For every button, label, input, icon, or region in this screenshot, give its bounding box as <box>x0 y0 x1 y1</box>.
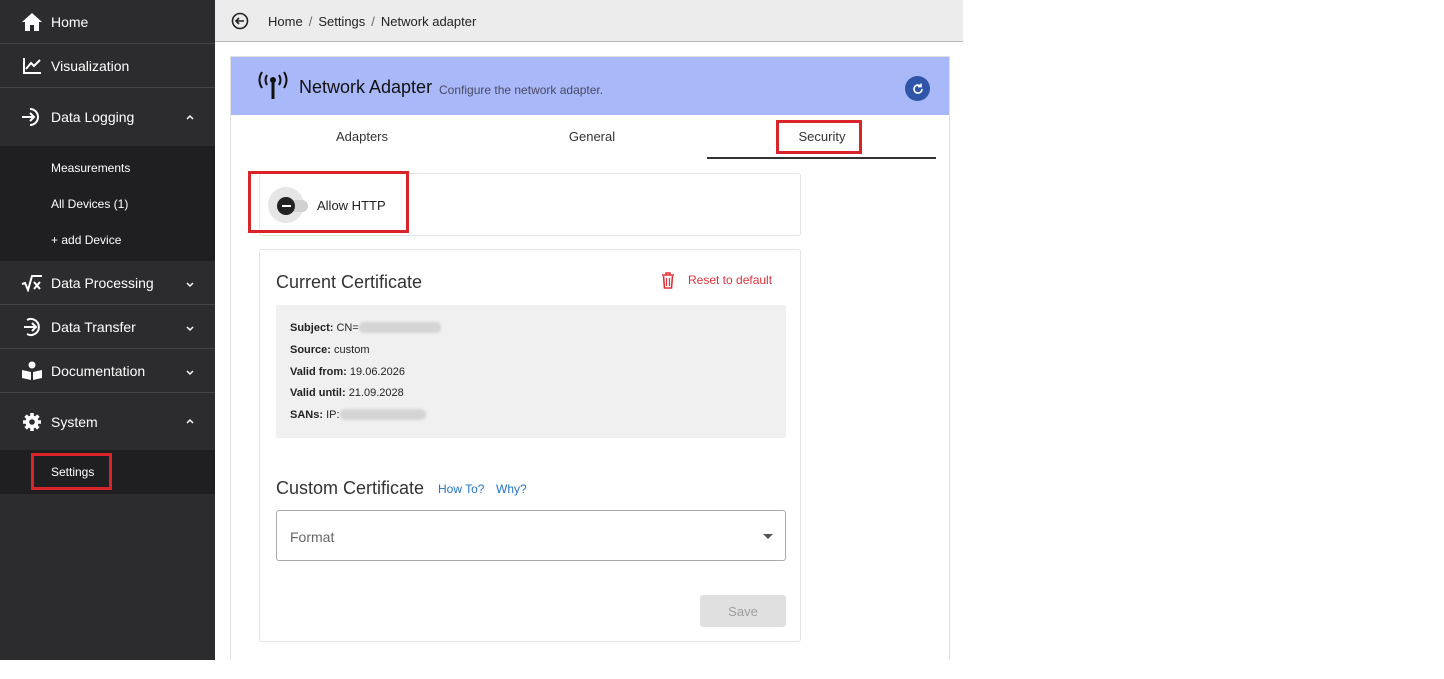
allow-http-highlight-box <box>248 171 409 233</box>
sidebar-subitem-measurements[interactable]: Measurements <box>51 161 130 175</box>
cert-source-row: Source: custom <box>290 344 370 356</box>
sidebar-item-documentation[interactable]: Documentation <box>0 349 215 393</box>
top-bar: Home / Settings / Network adapter <box>215 0 963 42</box>
page-title: Network Adapter <box>299 77 433 97</box>
chart-line-icon <box>21 55 43 77</box>
sidebar-item-home[interactable]: Home <box>0 0 215 44</box>
settings-highlight-box <box>31 453 112 490</box>
breadcrumb: Home / Settings / Network adapter <box>268 14 476 29</box>
cert-source-value: custom <box>334 344 370 356</box>
cert-sans-label: SANs: <box>290 409 324 421</box>
active-tab-indicator <box>707 157 936 159</box>
redacted-value <box>358 322 441 333</box>
reset-label: Reset to default <box>688 273 773 287</box>
sidebar-item-data-processing[interactable]: Data Processing <box>0 261 215 305</box>
sidebar-subitem-add-device[interactable]: + add Device <box>51 233 121 247</box>
network-adapter-card: Network Adapter Configure the network ad… <box>230 56 950 660</box>
sidebar-item-visualization[interactable]: Visualization <box>0 44 215 88</box>
why-link[interactable]: Why? <box>496 482 527 496</box>
tab-adapters[interactable]: Adapters <box>317 129 407 144</box>
cert-subject-label: Subject: <box>290 322 334 334</box>
chevron-up-icon <box>186 418 194 424</box>
cert-valid-until-row: Valid until: 21.09.2028 <box>290 387 404 399</box>
home-icon <box>21 11 43 33</box>
security-tab-highlight-box <box>776 120 862 154</box>
trash-icon <box>662 272 674 289</box>
login-arrow-icon <box>21 106 43 128</box>
sidebar-item-data-logging[interactable]: Data Logging <box>0 88 215 146</box>
reset-to-default-button[interactable]: Reset to default <box>660 271 772 289</box>
cert-subject-row: Subject: CN= <box>290 322 441 334</box>
breadcrumb-home[interactable]: Home <box>268 14 303 29</box>
current-certificate-title: Current Certificate <box>276 272 423 292</box>
arrow-circle-right-icon <box>21 316 43 338</box>
chevron-down-icon <box>186 370 194 376</box>
sidebar-item-label: System <box>51 413 98 430</box>
how-to-link[interactable]: How To? <box>438 482 484 496</box>
cert-source-label: Source: <box>290 344 331 356</box>
save-button[interactable]: Save <box>700 595 786 627</box>
page-subtitle: Configure the network adapter. <box>439 83 604 97</box>
chevron-down-icon <box>186 282 194 288</box>
cert-subject-value: CN= <box>336 322 359 334</box>
breadcrumb-settings[interactable]: Settings <box>318 14 365 29</box>
cert-sans-row: SANs: IP: <box>290 409 426 421</box>
redacted-value <box>339 409 426 420</box>
format-select[interactable]: Format <box>276 510 786 561</box>
app-window: Home Visualization Data Logging Measurem… <box>0 0 963 660</box>
sidebar-item-label: Data Processing <box>51 274 154 291</box>
sidebar-item-label: Data Transfer <box>51 318 136 335</box>
back-arrow-circle-icon[interactable] <box>231 12 249 30</box>
custom-certificate-title: Custom Certificate <box>276 478 425 498</box>
breadcrumb-separator: / <box>308 14 313 29</box>
chevron-down-icon <box>186 326 194 332</box>
dropdown-caret-icon <box>763 534 773 539</box>
sidebar: Home Visualization Data Logging Measurem… <box>0 0 215 660</box>
card-header: Network Adapter Configure the network ad… <box>231 57 949 115</box>
tab-general[interactable]: General <box>547 129 637 144</box>
sidebar-item-data-transfer[interactable]: Data Transfer <box>0 305 215 349</box>
refresh-icon <box>912 83 923 94</box>
antenna-icon <box>258 71 288 99</box>
reader-icon <box>21 360 43 382</box>
cert-sans-value: IP: <box>326 409 340 421</box>
breadcrumb-separator: / <box>371 14 375 29</box>
chevron-up-icon <box>186 114 194 120</box>
cert-valid-from-row: Valid from: 19.06.2026 <box>290 366 405 378</box>
certificate-panel: Current Certificate Reset to default Sub… <box>259 249 801 642</box>
sidebar-item-label: Documentation <box>51 362 146 379</box>
data-logging-submenu: Measurements All Devices (1) + add Devic… <box>0 146 215 261</box>
gear-icon <box>21 411 43 433</box>
certificate-details: Subject: CN= Source: custom Valid from: … <box>276 305 786 438</box>
cert-valid-from-value: 19.06.2026 <box>349 366 405 378</box>
cert-valid-from-label: Valid from: <box>290 366 347 378</box>
sidebar-item-system[interactable]: System <box>0 393 215 450</box>
sqrt-x-icon <box>21 272 43 294</box>
breadcrumb-current: Network adapter <box>380 14 477 29</box>
format-placeholder: Format <box>290 529 335 545</box>
refresh-button[interactable] <box>905 76 930 101</box>
sidebar-item-label: Data Logging <box>51 109 135 125</box>
sidebar-item-label: Home <box>51 13 89 30</box>
sidebar-subitem-all-devices[interactable]: All Devices (1) <box>51 197 128 211</box>
cert-valid-until-label: Valid until: <box>290 387 346 399</box>
cert-valid-until-value: 21.09.2028 <box>348 387 404 399</box>
sidebar-item-label: Visualization <box>51 57 130 74</box>
